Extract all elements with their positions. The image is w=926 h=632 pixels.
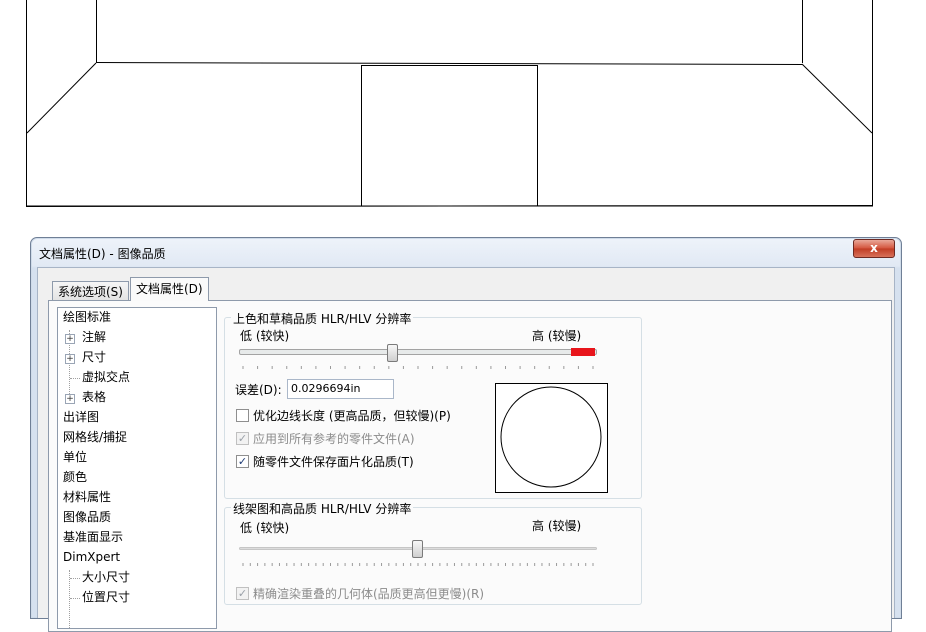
tree-item-dimxpert[interactable]: DimXpert <box>63 548 120 566</box>
tree-item-drawing-standard[interactable]: 绘图标准 <box>63 308 111 326</box>
save-tessellation-checkbox[interactable]: ✓ <box>236 455 249 468</box>
deviation-label: 误差(D): <box>235 383 282 397</box>
tree-item-annotations[interactable]: 注解 <box>82 328 106 346</box>
tab-document-properties[interactable]: 文档属性(D) <box>130 277 209 301</box>
tree-guide <box>70 378 80 379</box>
tree-guide <box>70 578 80 579</box>
deviation-input[interactable]: 0.0296694in <box>287 379 394 399</box>
tree-item-units[interactable]: 单位 <box>63 448 87 466</box>
slider-ticks <box>242 366 594 369</box>
tree-item-colors[interactable]: 颜色 <box>63 468 87 486</box>
wireframe-slider-thumb[interactable] <box>411 540 423 558</box>
title-bar[interactable]: 文档属性(D) - 图像品质 x <box>31 238 901 266</box>
precise-render-label[interactable]: 精确渲染重叠的几何体(品质更高但更慢)(R) <box>253 585 484 602</box>
slider-ticks <box>242 563 594 566</box>
tree-item-virtual-sharps[interactable]: 虚拟交点 <box>82 368 130 386</box>
box-sketch <box>25 0 873 207</box>
dialog-title: 文档属性(D) - 图像品质 <box>39 247 166 261</box>
tree-item-dimensions[interactable]: 尺寸 <box>82 348 106 366</box>
tab-panel: 绘图标准 + 注解 + 尺寸 虚拟交点 + 表格 出详图 网格线/捕捉 单位 颜… <box>48 300 892 632</box>
expand-icon[interactable]: + <box>65 394 75 404</box>
tree-item-material-properties[interactable]: 材料属性 <box>63 488 111 506</box>
low-label: 低 (较快) <box>240 521 290 535</box>
preview-circle <box>500 386 602 488</box>
high-label: 高 (较慢) <box>532 519 582 533</box>
tree-item-detailing[interactable]: 出详图 <box>63 408 99 426</box>
high-label: 高 (较慢) <box>532 329 582 343</box>
close-icon: x <box>870 241 878 255</box>
apply-all-label[interactable]: 应用到所有参考的零件文件(A) <box>253 430 415 447</box>
close-button[interactable]: x <box>853 239 895 258</box>
save-tessellation-label[interactable]: 随零件文件保存面片化品质(T) <box>253 453 414 470</box>
document-properties-dialog: 文档属性(D) - 图像品质 x 系统选项(S) 文档属性(D) 绘图标准 + … <box>30 237 902 632</box>
drawing-viewport <box>25 0 873 207</box>
shaded-slider-thumb[interactable] <box>387 344 399 362</box>
tree-item-grid-snap[interactable]: 网格线/捕捉 <box>63 428 127 446</box>
precise-render-checkbox[interactable]: ✓ <box>236 587 249 600</box>
optimize-edge-label[interactable]: 优化边线长度 (更高品质，但较慢)(P) <box>253 407 451 424</box>
high-quality-warning-zone <box>571 348 595 356</box>
tessellation-preview <box>495 383 608 493</box>
expand-icon[interactable]: + <box>65 354 75 364</box>
apply-all-checkbox[interactable]: ✓ <box>236 432 249 445</box>
tab-system-options[interactable]: 系统选项(S) <box>52 281 129 301</box>
tree-item-location-dimension[interactable]: 位置尺寸 <box>82 588 130 606</box>
group-title: 上色和草稿品质 HLR/HLV 分辨率 <box>231 310 414 327</box>
tree-item-size-dimension[interactable]: 大小尺寸 <box>82 568 130 586</box>
shaded-slider-track[interactable] <box>239 349 597 355</box>
group-title: 线架图和高品质 HLR/HLV 分辨率 <box>231 500 414 517</box>
low-label: 低 (较快) <box>240 329 290 343</box>
wireframe-quality-group: 线架图和高品质 HLR/HLV 分辨率 低 (较快) 高 (较慢) ✓ 精确渲染… <box>224 500 642 605</box>
tree-item-tables[interactable]: 表格 <box>82 388 106 406</box>
tree-item-image-quality[interactable]: 图像品质 <box>63 508 111 526</box>
expand-icon[interactable]: + <box>65 334 75 344</box>
shaded-quality-group: 上色和草稿品质 HLR/HLV 分辨率 低 (较快) 高 (较慢) 误差(D):… <box>224 310 642 499</box>
tree-item-plane-display[interactable]: 基准面显示 <box>63 528 123 546</box>
optimize-edge-checkbox[interactable] <box>236 409 249 422</box>
tree-guide <box>70 598 80 599</box>
property-tree[interactable]: 绘图标准 + 注解 + 尺寸 虚拟交点 + 表格 出详图 网格线/捕捉 单位 颜… <box>57 307 217 629</box>
dialog-client-area: 系统选项(S) 文档属性(D) 绘图标准 + 注解 + 尺寸 虚拟交点 + 表格… <box>37 267 895 632</box>
